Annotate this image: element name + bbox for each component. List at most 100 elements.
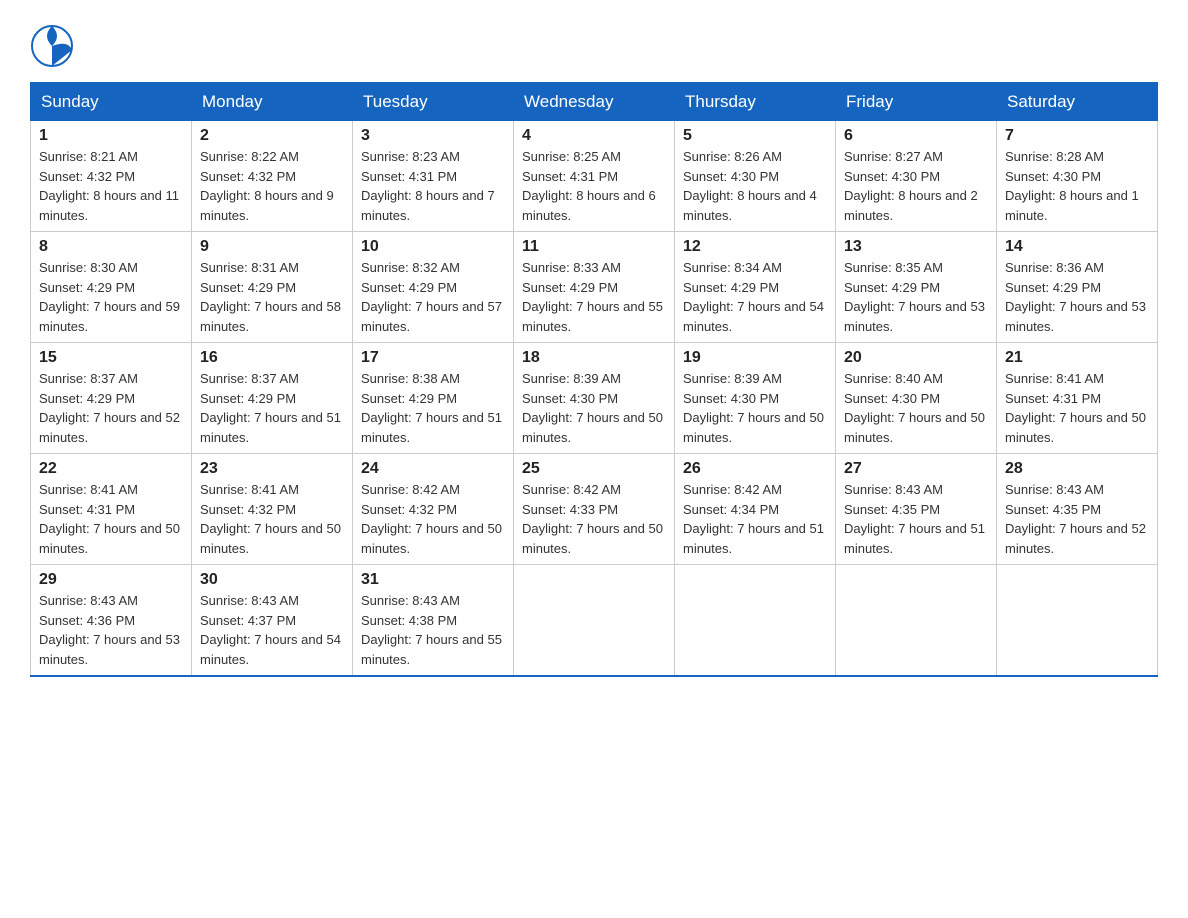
day-number: 24 [361,460,505,478]
calendar-cell: 17 Sunrise: 8:38 AM Sunset: 4:29 PM Dayl… [353,343,514,454]
day-info: Sunrise: 8:21 AM Sunset: 4:32 PM Dayligh… [39,147,183,225]
calendar-cell: 3 Sunrise: 8:23 AM Sunset: 4:31 PM Dayli… [353,121,514,232]
day-info: Sunrise: 8:30 AM Sunset: 4:29 PM Dayligh… [39,258,183,336]
calendar-day-header: Wednesday [514,83,675,121]
day-number: 4 [522,127,666,145]
calendar-cell: 29 Sunrise: 8:43 AM Sunset: 4:36 PM Dayl… [31,565,192,677]
day-info: Sunrise: 8:42 AM Sunset: 4:34 PM Dayligh… [683,480,827,558]
day-number: 15 [39,349,183,367]
day-number: 26 [683,460,827,478]
day-number: 2 [200,127,344,145]
day-info: Sunrise: 8:38 AM Sunset: 4:29 PM Dayligh… [361,369,505,447]
calendar-cell: 10 Sunrise: 8:32 AM Sunset: 4:29 PM Dayl… [353,232,514,343]
calendar-cell [997,565,1158,677]
day-number: 31 [361,571,505,589]
calendar-cell: 9 Sunrise: 8:31 AM Sunset: 4:29 PM Dayli… [192,232,353,343]
calendar-header-row: SundayMondayTuesdayWednesdayThursdayFrid… [31,83,1158,121]
day-number: 27 [844,460,988,478]
day-number: 13 [844,238,988,256]
calendar-day-header: Thursday [675,83,836,121]
day-info: Sunrise: 8:28 AM Sunset: 4:30 PM Dayligh… [1005,147,1149,225]
day-number: 19 [683,349,827,367]
calendar-day-header: Sunday [31,83,192,121]
calendar-cell: 30 Sunrise: 8:43 AM Sunset: 4:37 PM Dayl… [192,565,353,677]
calendar-cell: 24 Sunrise: 8:42 AM Sunset: 4:32 PM Dayl… [353,454,514,565]
day-info: Sunrise: 8:39 AM Sunset: 4:30 PM Dayligh… [683,369,827,447]
calendar-cell: 6 Sunrise: 8:27 AM Sunset: 4:30 PM Dayli… [836,121,997,232]
day-info: Sunrise: 8:39 AM Sunset: 4:30 PM Dayligh… [522,369,666,447]
day-number: 28 [1005,460,1149,478]
calendar-table: SundayMondayTuesdayWednesdayThursdayFrid… [30,82,1158,677]
calendar-cell: 15 Sunrise: 8:37 AM Sunset: 4:29 PM Dayl… [31,343,192,454]
calendar-cell: 1 Sunrise: 8:21 AM Sunset: 4:32 PM Dayli… [31,121,192,232]
calendar-cell: 11 Sunrise: 8:33 AM Sunset: 4:29 PM Dayl… [514,232,675,343]
calendar-cell: 22 Sunrise: 8:41 AM Sunset: 4:31 PM Dayl… [31,454,192,565]
day-number: 9 [200,238,344,256]
day-info: Sunrise: 8:41 AM Sunset: 4:31 PM Dayligh… [39,480,183,558]
calendar-day-header: Friday [836,83,997,121]
calendar-cell: 4 Sunrise: 8:25 AM Sunset: 4:31 PM Dayli… [514,121,675,232]
calendar-cell: 2 Sunrise: 8:22 AM Sunset: 4:32 PM Dayli… [192,121,353,232]
calendar-week-row: 8 Sunrise: 8:30 AM Sunset: 4:29 PM Dayli… [31,232,1158,343]
day-info: Sunrise: 8:25 AM Sunset: 4:31 PM Dayligh… [522,147,666,225]
calendar-day-header: Saturday [997,83,1158,121]
calendar-cell: 31 Sunrise: 8:43 AM Sunset: 4:38 PM Dayl… [353,565,514,677]
day-number: 5 [683,127,827,145]
day-number: 23 [200,460,344,478]
day-number: 8 [39,238,183,256]
day-number: 11 [522,238,666,256]
day-number: 3 [361,127,505,145]
calendar-cell: 12 Sunrise: 8:34 AM Sunset: 4:29 PM Dayl… [675,232,836,343]
day-number: 30 [200,571,344,589]
day-info: Sunrise: 8:43 AM Sunset: 4:37 PM Dayligh… [200,591,344,669]
calendar-cell: 23 Sunrise: 8:41 AM Sunset: 4:32 PM Dayl… [192,454,353,565]
day-info: Sunrise: 8:37 AM Sunset: 4:29 PM Dayligh… [200,369,344,447]
day-number: 29 [39,571,183,589]
calendar-cell: 21 Sunrise: 8:41 AM Sunset: 4:31 PM Dayl… [997,343,1158,454]
calendar-cell: 16 Sunrise: 8:37 AM Sunset: 4:29 PM Dayl… [192,343,353,454]
day-number: 1 [39,127,183,145]
day-info: Sunrise: 8:27 AM Sunset: 4:30 PM Dayligh… [844,147,988,225]
day-info: Sunrise: 8:37 AM Sunset: 4:29 PM Dayligh… [39,369,183,447]
day-info: Sunrise: 8:33 AM Sunset: 4:29 PM Dayligh… [522,258,666,336]
day-info: Sunrise: 8:32 AM Sunset: 4:29 PM Dayligh… [361,258,505,336]
page-header [30,20,1158,72]
calendar-cell: 7 Sunrise: 8:28 AM Sunset: 4:30 PM Dayli… [997,121,1158,232]
calendar-cell: 5 Sunrise: 8:26 AM Sunset: 4:30 PM Dayli… [675,121,836,232]
calendar-cell [675,565,836,677]
day-info: Sunrise: 8:42 AM Sunset: 4:33 PM Dayligh… [522,480,666,558]
calendar-week-row: 15 Sunrise: 8:37 AM Sunset: 4:29 PM Dayl… [31,343,1158,454]
day-info: Sunrise: 8:26 AM Sunset: 4:30 PM Dayligh… [683,147,827,225]
calendar-cell: 20 Sunrise: 8:40 AM Sunset: 4:30 PM Dayl… [836,343,997,454]
calendar-cell: 14 Sunrise: 8:36 AM Sunset: 4:29 PM Dayl… [997,232,1158,343]
day-info: Sunrise: 8:41 AM Sunset: 4:31 PM Dayligh… [1005,369,1149,447]
day-number: 14 [1005,238,1149,256]
day-number: 22 [39,460,183,478]
calendar-cell: 18 Sunrise: 8:39 AM Sunset: 4:30 PM Dayl… [514,343,675,454]
logo [30,20,78,72]
calendar-cell [514,565,675,677]
day-number: 25 [522,460,666,478]
calendar-cell: 28 Sunrise: 8:43 AM Sunset: 4:35 PM Dayl… [997,454,1158,565]
logo-icon [30,20,74,72]
day-info: Sunrise: 8:34 AM Sunset: 4:29 PM Dayligh… [683,258,827,336]
calendar-cell: 27 Sunrise: 8:43 AM Sunset: 4:35 PM Dayl… [836,454,997,565]
day-info: Sunrise: 8:22 AM Sunset: 4:32 PM Dayligh… [200,147,344,225]
day-info: Sunrise: 8:35 AM Sunset: 4:29 PM Dayligh… [844,258,988,336]
day-info: Sunrise: 8:43 AM Sunset: 4:35 PM Dayligh… [1005,480,1149,558]
calendar-cell: 26 Sunrise: 8:42 AM Sunset: 4:34 PM Dayl… [675,454,836,565]
calendar-day-header: Tuesday [353,83,514,121]
calendar-cell: 8 Sunrise: 8:30 AM Sunset: 4:29 PM Dayli… [31,232,192,343]
day-number: 20 [844,349,988,367]
day-number: 21 [1005,349,1149,367]
day-info: Sunrise: 8:41 AM Sunset: 4:32 PM Dayligh… [200,480,344,558]
calendar-day-header: Monday [192,83,353,121]
day-info: Sunrise: 8:43 AM Sunset: 4:36 PM Dayligh… [39,591,183,669]
day-info: Sunrise: 8:31 AM Sunset: 4:29 PM Dayligh… [200,258,344,336]
day-info: Sunrise: 8:23 AM Sunset: 4:31 PM Dayligh… [361,147,505,225]
day-number: 7 [1005,127,1149,145]
calendar-week-row: 22 Sunrise: 8:41 AM Sunset: 4:31 PM Dayl… [31,454,1158,565]
calendar-cell [836,565,997,677]
calendar-cell: 13 Sunrise: 8:35 AM Sunset: 4:29 PM Dayl… [836,232,997,343]
day-info: Sunrise: 8:43 AM Sunset: 4:35 PM Dayligh… [844,480,988,558]
